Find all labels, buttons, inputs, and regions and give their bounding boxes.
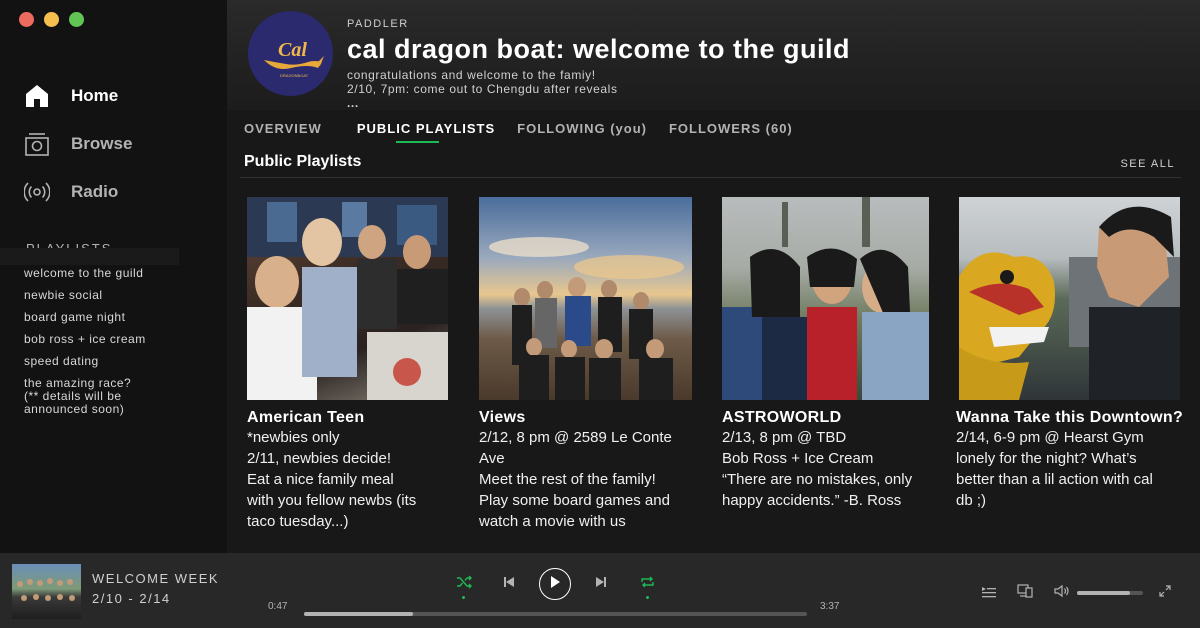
previous-button[interactable]: [502, 577, 516, 591]
divider: [240, 177, 1181, 178]
devices-icon: [1017, 583, 1033, 603]
playlist-card-description: 2/14, 6-9 pm @ Hearst Gym lonely for the…: [956, 429, 1153, 509]
elapsed-time: 0:47: [268, 601, 288, 612]
maximize-window-button[interactable]: [69, 12, 84, 27]
avatar: Cal DRAGONBOAT: [248, 11, 333, 96]
profile-tabs: OVERVIEW PUBLIC PLAYLISTS FOLLOWING (you…: [244, 121, 815, 143]
playlist-card[interactable]: Views 2/12, 8 pm @ 2589 Le Conte Ave Mee…: [479, 197, 692, 532]
track-title[interactable]: WELCOME WEEK: [92, 571, 219, 586]
description-line: 2/10, 7pm: come out to Chengdu after rev…: [347, 82, 618, 96]
sidebar: Home Browse Radio PLAYLISTS welcome to t…: [0, 0, 227, 553]
home-icon: [24, 83, 50, 109]
playlist-item[interactable]: board game night: [24, 306, 194, 328]
repeat-active-indicator: [646, 596, 649, 599]
playlist-cover[interactable]: [959, 197, 1180, 400]
expand-icon: [1159, 584, 1171, 602]
minimize-window-button[interactable]: [44, 12, 59, 27]
next-button[interactable]: [594, 577, 608, 591]
playlist-card-description: 2/12, 8 pm @ 2589 Le Conte Ave Meet the …: [479, 429, 672, 530]
nav-browse-label: Browse: [71, 134, 133, 153]
player-bar: WELCOME WEEK 2/10 - 2/14: [0, 553, 1200, 628]
playlist-item[interactable]: bob ross + ice cream: [24, 328, 194, 350]
playlist-cover[interactable]: [247, 197, 448, 400]
playlist-card-description: *newbies only 2/11, newbies decide! Eat …: [247, 429, 417, 530]
playlist-cover[interactable]: [479, 197, 692, 400]
playlist-item[interactable]: the amazing race? (** details will be an…: [24, 372, 194, 416]
nav-home[interactable]: Home: [24, 72, 132, 120]
now-playing-cover[interactable]: [12, 564, 81, 619]
tab-overview[interactable]: OVERVIEW: [244, 121, 322, 136]
track-duration: 3:37: [820, 601, 840, 612]
shuffle-button[interactable]: [455, 575, 473, 594]
playlist-item[interactable]: speed dating: [24, 350, 194, 372]
playlist-item[interactable]: newbie social: [24, 284, 194, 306]
see-all-link[interactable]: SEE ALL: [1120, 158, 1175, 170]
play-button[interactable]: [539, 568, 571, 600]
nav-radio[interactable]: Radio: [24, 168, 132, 216]
close-window-button[interactable]: [19, 12, 34, 27]
profile-description: congratulations and welcome to the famiy…: [347, 68, 618, 110]
progress-bar[interactable]: [304, 612, 807, 616]
radio-icon: [24, 179, 50, 205]
tab-following[interactable]: FOLLOWING (you): [517, 121, 647, 136]
devices-button[interactable]: [1016, 583, 1034, 603]
fullscreen-button[interactable]: [1158, 584, 1172, 602]
tab-public-playlists[interactable]: PUBLIC PLAYLISTS: [357, 121, 495, 143]
svg-text:DRAGONBOAT: DRAGONBOAT: [280, 73, 309, 78]
nav-radio-label: Radio: [71, 182, 119, 201]
previous-icon: [503, 575, 515, 593]
volume-button[interactable]: [1053, 584, 1071, 603]
profile-header: Cal DRAGONBOAT PADDLER cal dragon boat: …: [227, 0, 1200, 110]
repeat-button[interactable]: [639, 576, 655, 592]
main-content: Cal DRAGONBOAT PADDLER cal dragon boat: …: [227, 0, 1200, 553]
volume-icon: [1054, 584, 1070, 603]
playlist-card-title: ASTROWORLD: [722, 409, 842, 426]
queue-icon: [982, 585, 996, 603]
shuffle-active-indicator: [462, 596, 465, 599]
queue-button[interactable]: [981, 586, 997, 602]
next-icon: [595, 575, 607, 593]
volume-slider[interactable]: [1077, 591, 1143, 595]
playlist-card-description: 2/13, 8 pm @ TBD Bob Ross + Ice Cream “T…: [722, 429, 913, 509]
window-controls: [19, 12, 84, 27]
profile-kind: PADDLER: [347, 18, 409, 30]
playlist-card-title: Views: [479, 409, 526, 426]
playlist-list: welcome to the guild newbie social board…: [0, 248, 194, 416]
volume-slider-fill: [1077, 591, 1130, 595]
playlist-card[interactable]: Wanna Take this Downtown? 2/14, 6-9 pm @…: [956, 197, 1189, 511]
page-title: cal dragon boat: welcome to the guild: [347, 34, 851, 64]
playlist-card-title: Wanna Take this Downtown?: [956, 409, 1184, 426]
main-nav: Home Browse Radio: [24, 72, 132, 216]
repeat-icon: [640, 575, 655, 594]
svg-text:Cal: Cal: [278, 39, 307, 61]
shuffle-icon: [456, 575, 472, 594]
playlist-card-title: American Teen: [247, 409, 365, 426]
playlist-item[interactable]: welcome to the guild: [24, 262, 194, 284]
nav-browse[interactable]: Browse: [24, 120, 132, 168]
track-artist[interactable]: 2/10 - 2/14: [92, 591, 171, 606]
progress-bar-fill: [304, 612, 414, 616]
playlist-card[interactable]: ASTROWORLD 2/13, 8 pm @ TBD Bob Ross + I…: [722, 197, 929, 511]
tab-followers[interactable]: FOLLOWERS (60): [669, 121, 793, 136]
playlist-card[interactable]: American Teen *newbies only 2/11, newbie…: [247, 197, 448, 532]
description-line: congratulations and welcome to the famiy…: [347, 68, 596, 82]
browse-icon: [24, 131, 50, 157]
play-icon: [549, 575, 561, 594]
playlist-cover[interactable]: [722, 197, 929, 400]
nav-home-label: Home: [71, 86, 119, 105]
description-more[interactable]: ...: [347, 96, 618, 110]
section-title: Public Playlists: [244, 153, 362, 170]
